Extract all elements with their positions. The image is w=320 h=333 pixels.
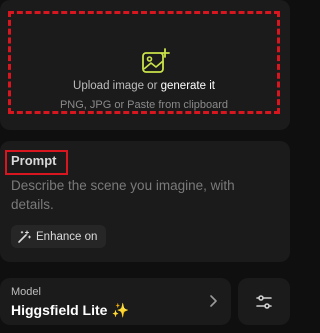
model-selector[interactable]: Model Higgsfield Lite ✨ <box>0 278 231 325</box>
chevron-right-icon <box>210 295 217 307</box>
magic-wand-icon <box>18 229 31 243</box>
sparkle-icon: ✨ <box>111 302 129 318</box>
generate-it-link[interactable]: generate it <box>161 80 215 92</box>
model-label: Model <box>11 286 41 298</box>
settings-button[interactable] <box>238 278 290 325</box>
upload-card: Upload image or generate it PNG, JPG or … <box>0 0 290 130</box>
upload-instructions: Upload image or generate it <box>11 80 277 92</box>
enhance-label: Enhance on <box>36 230 98 243</box>
model-name: Higgsfield Lite ✨ <box>11 302 129 319</box>
prompt-input[interactable]: Describe the scene you imagine, with det… <box>11 176 281 214</box>
upload-hint: PNG, JPG or Paste from clipboard <box>59 99 229 111</box>
sliders-icon <box>256 295 272 309</box>
upload-dropzone[interactable]: Upload image or generate it PNG, JPG or … <box>8 11 280 114</box>
model-name-text: Higgsfield Lite <box>11 302 108 318</box>
upload-text: Upload image or <box>73 80 161 92</box>
prompt-card: Prompt Describe the scene you imagine, w… <box>0 141 290 262</box>
image-plus-icon <box>142 48 170 73</box>
prompt-title: Prompt <box>11 153 57 168</box>
enhance-toggle-button[interactable]: Enhance on <box>11 225 107 248</box>
